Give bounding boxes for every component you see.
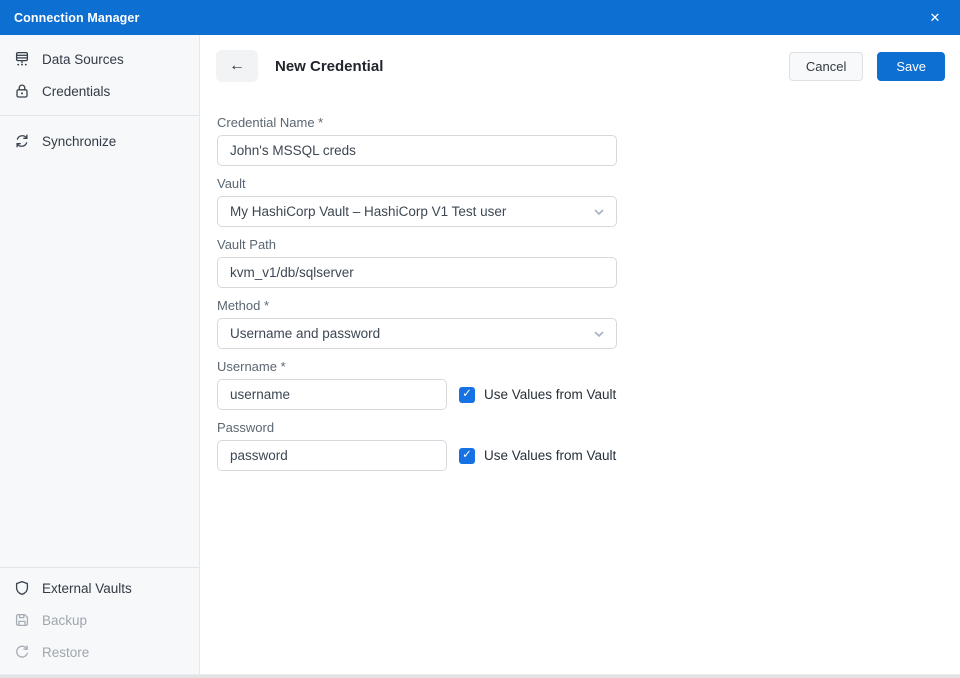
sidebar-group-top: Data Sources Credentials bbox=[0, 35, 199, 116]
content-header: ← New Credential Cancel Save bbox=[216, 50, 945, 82]
vault-path-label: Vault Path bbox=[217, 237, 945, 252]
password-label: Password bbox=[217, 420, 945, 435]
vault-select-value: My HashiCorp Vault – HashiCorp V1 Test u… bbox=[230, 204, 506, 219]
titlebar: Connection Manager ✕ bbox=[0, 0, 960, 35]
vault-select[interactable]: My HashiCorp Vault – HashiCorp V1 Test u… bbox=[217, 196, 617, 227]
method-field: Method * Username and password bbox=[217, 298, 945, 349]
sidebar-item-backup[interactable]: Backup bbox=[0, 604, 199, 636]
method-select-value: Username and password bbox=[230, 326, 380, 341]
cancel-button[interactable]: Cancel bbox=[789, 52, 863, 81]
use-vault-checkbox-label: Use Values from Vault bbox=[484, 448, 616, 463]
back-button[interactable]: ← bbox=[216, 50, 258, 82]
page-title: New Credential bbox=[275, 58, 383, 75]
sidebar-item-label: Synchronize bbox=[42, 134, 116, 149]
close-icon[interactable]: ✕ bbox=[924, 7, 946, 29]
sidebar-item-external-vaults[interactable]: External Vaults bbox=[0, 572, 199, 604]
restore-icon bbox=[14, 644, 30, 660]
synchronize-icon bbox=[14, 133, 30, 149]
credential-form: Credential Name * Vault My HashiCorp Vau… bbox=[216, 115, 945, 471]
sidebar: Data Sources Credentials bbox=[0, 35, 200, 674]
password-field: Password ✓ Use Values from Vault bbox=[217, 420, 945, 471]
password-input[interactable] bbox=[217, 440, 447, 471]
data-sources-icon bbox=[14, 51, 30, 67]
method-select[interactable]: Username and password bbox=[217, 318, 617, 349]
backup-icon bbox=[14, 612, 30, 628]
method-label: Method * bbox=[217, 298, 945, 313]
sidebar-item-label: Backup bbox=[42, 613, 87, 628]
window-bottom-shadow bbox=[0, 674, 960, 678]
chevron-down-icon bbox=[592, 327, 606, 344]
checkbox-checked-icon: ✓ bbox=[459, 448, 475, 464]
connection-manager-window: Connection Manager ✕ bbox=[0, 0, 960, 678]
credential-name-field: Credential Name * bbox=[217, 115, 945, 166]
sidebar-item-label: Restore bbox=[42, 645, 89, 660]
sidebar-item-credentials[interactable]: Credentials bbox=[0, 75, 199, 107]
window-title: Connection Manager bbox=[14, 11, 139, 25]
checkbox-checked-icon: ✓ bbox=[459, 387, 475, 403]
credential-name-input[interactable] bbox=[217, 135, 617, 166]
sidebar-item-label: Credentials bbox=[42, 84, 110, 99]
sidebar-item-data-sources[interactable]: Data Sources bbox=[0, 43, 199, 75]
sidebar-item-synchronize[interactable]: Synchronize bbox=[0, 125, 199, 157]
save-button[interactable]: Save bbox=[877, 52, 945, 81]
vault-label: Vault bbox=[217, 176, 945, 191]
credentials-icon bbox=[14, 83, 30, 99]
back-arrow-icon: ← bbox=[229, 57, 245, 75]
username-input[interactable] bbox=[217, 379, 447, 410]
sidebar-item-label: Data Sources bbox=[42, 52, 124, 67]
content-panel: ← New Credential Cancel Save Credential … bbox=[200, 35, 960, 674]
sidebar-group-middle: Synchronize bbox=[0, 116, 199, 567]
vault-path-input[interactable] bbox=[217, 257, 617, 288]
username-use-vault-checkbox[interactable]: ✓ Use Values from Vault bbox=[459, 387, 616, 403]
username-field: Username * ✓ Use Values from Vault bbox=[217, 359, 945, 410]
password-use-vault-checkbox[interactable]: ✓ Use Values from Vault bbox=[459, 448, 616, 464]
chevron-down-icon bbox=[592, 205, 606, 222]
external-vaults-icon bbox=[14, 580, 30, 596]
sidebar-item-label: External Vaults bbox=[42, 581, 132, 596]
username-label: Username * bbox=[217, 359, 945, 374]
use-vault-checkbox-label: Use Values from Vault bbox=[484, 387, 616, 402]
credential-name-label: Credential Name * bbox=[217, 115, 945, 130]
sidebar-item-restore[interactable]: Restore bbox=[0, 636, 199, 668]
sidebar-group-bottom: External Vaults Backup bbox=[0, 567, 199, 674]
vault-field: Vault My HashiCorp Vault – HashiCorp V1 … bbox=[217, 176, 945, 227]
vault-path-field: Vault Path bbox=[217, 237, 945, 288]
